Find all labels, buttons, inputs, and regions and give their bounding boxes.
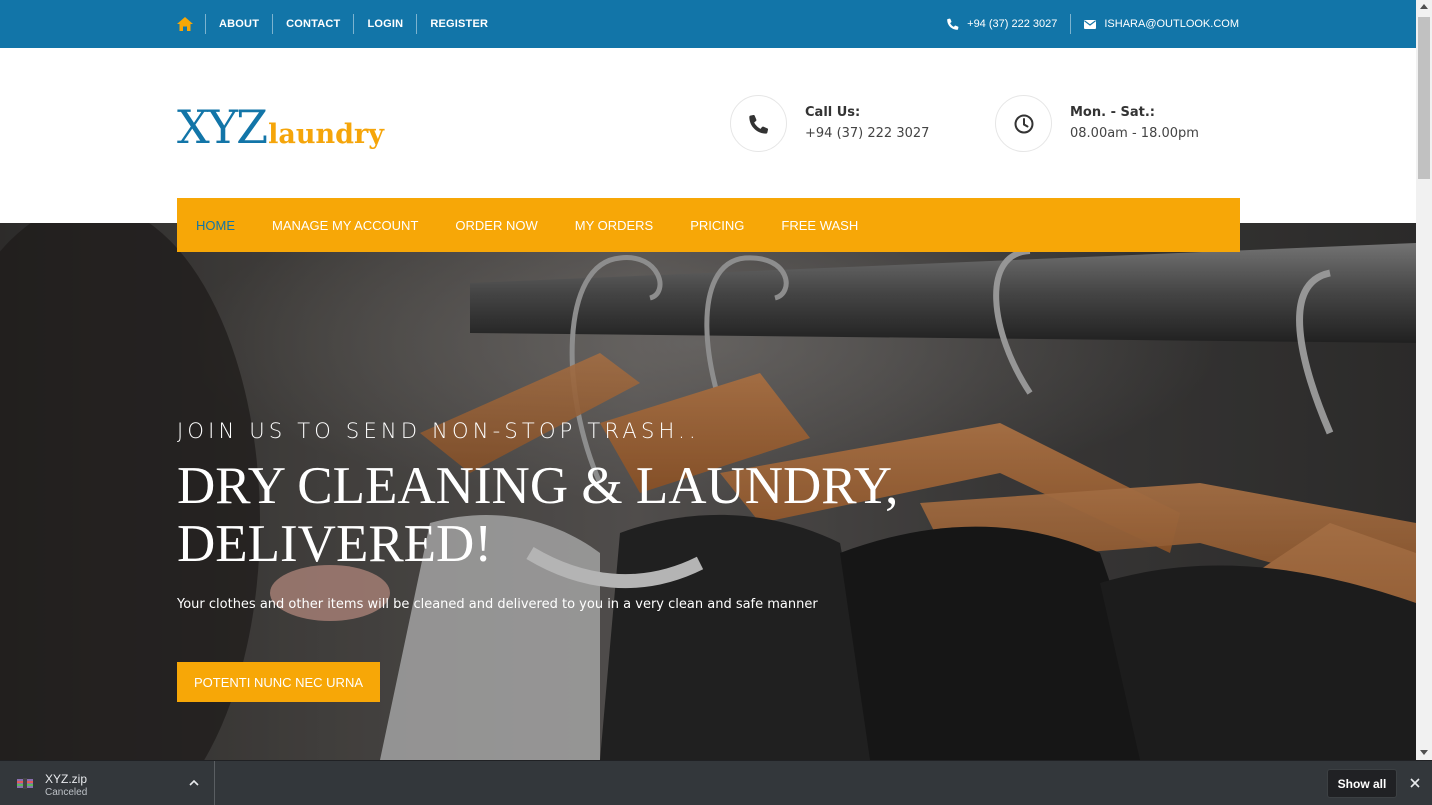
top-link-register[interactable]: REGISTER [416, 14, 501, 34]
top-link-about[interactable]: ABOUT [205, 14, 272, 34]
logo-primary: XYZ [177, 100, 268, 154]
page: ABOUT CONTACT LOGIN REGISTER +94 (37) 22… [0, 0, 1416, 760]
scroll-thumb[interactable] [1418, 17, 1430, 179]
download-item[interactable]: XYZ.zip Canceled [0, 761, 215, 805]
hero-description: Your clothes and other items will be cle… [177, 597, 818, 612]
nav-item-my-orders[interactable]: MY ORDERS [575, 218, 654, 233]
main-nav: HOME MANAGE MY ACCOUNT ORDER NOW MY ORDE… [177, 198, 1240, 252]
hero-title: DRY CLEANING & LAUNDRY, DELIVERED! [177, 457, 899, 573]
top-email-text: ISHARA@OUTLOOK.COM [1104, 18, 1239, 30]
zip-file-icon [17, 778, 33, 789]
top-link-login[interactable]: LOGIN [353, 14, 416, 34]
vertical-scrollbar[interactable] [1416, 0, 1432, 760]
nav-item-manage-account[interactable]: MANAGE MY ACCOUNT [272, 218, 418, 233]
phone-icon [947, 18, 959, 30]
nav-item-free-wash[interactable]: FREE WASH [781, 218, 858, 233]
hero-subtitle: JOIN US TO SEND NON-STOP TRASH.. [177, 419, 700, 443]
phone-icon [730, 95, 787, 152]
top-email[interactable]: ISHARA@OUTLOOK.COM [1070, 14, 1239, 34]
download-status: Canceled [45, 787, 88, 798]
call-info: Call Us: +94 (37) 222 3027 [730, 95, 929, 152]
nav-item-pricing[interactable]: PRICING [690, 218, 744, 233]
nav-item-home[interactable]: HOME [196, 218, 235, 233]
show-all-button[interactable]: Show all [1327, 769, 1397, 798]
top-nav: ABOUT CONTACT LOGIN REGISTER [177, 0, 501, 48]
call-label: Call Us: [805, 104, 861, 120]
scroll-down-arrow-icon[interactable] [1420, 750, 1428, 755]
hours-info: Mon. - Sat.: 08.00am - 18.00pm [995, 95, 1199, 152]
clock-icon [995, 95, 1052, 152]
top-phone-text: +94 (37) 222 3027 [967, 18, 1058, 30]
scroll-up-arrow-icon[interactable] [1420, 4, 1428, 9]
close-icon[interactable] [1407, 775, 1423, 791]
download-bar: XYZ.zip Canceled Show all [0, 760, 1432, 805]
download-file-name: XYZ.zip [45, 772, 88, 786]
hero-banner: JOIN US TO SEND NON-STOP TRASH.. DRY CLE… [0, 223, 1416, 760]
logo-secondary: laundry [268, 119, 384, 150]
header: XYZlaundry Call Us: +94 (37) 222 3027 Mo… [0, 48, 1416, 223]
top-bar: ABOUT CONTACT LOGIN REGISTER +94 (37) 22… [0, 0, 1416, 48]
hours-value: 08.00am - 18.00pm [1070, 125, 1199, 141]
call-value: +94 (37) 222 3027 [805, 125, 930, 141]
nav-item-order-now[interactable]: ORDER NOW [455, 218, 537, 233]
envelope-icon [1084, 19, 1097, 29]
top-contact-info: +94 (37) 222 3027 ISHARA@OUTLOOK.COM [934, 0, 1239, 48]
top-phone[interactable]: +94 (37) 222 3027 [934, 14, 1070, 34]
logo[interactable]: XYZlaundry [177, 100, 384, 154]
hero-cta-button[interactable]: POTENTI NUNC NEC URNA [177, 662, 381, 702]
chevron-up-icon[interactable] [187, 776, 201, 790]
home-icon[interactable] [177, 17, 193, 31]
top-link-contact[interactable]: CONTACT [272, 14, 353, 34]
hours-label: Mon. - Sat.: [1070, 104, 1155, 120]
